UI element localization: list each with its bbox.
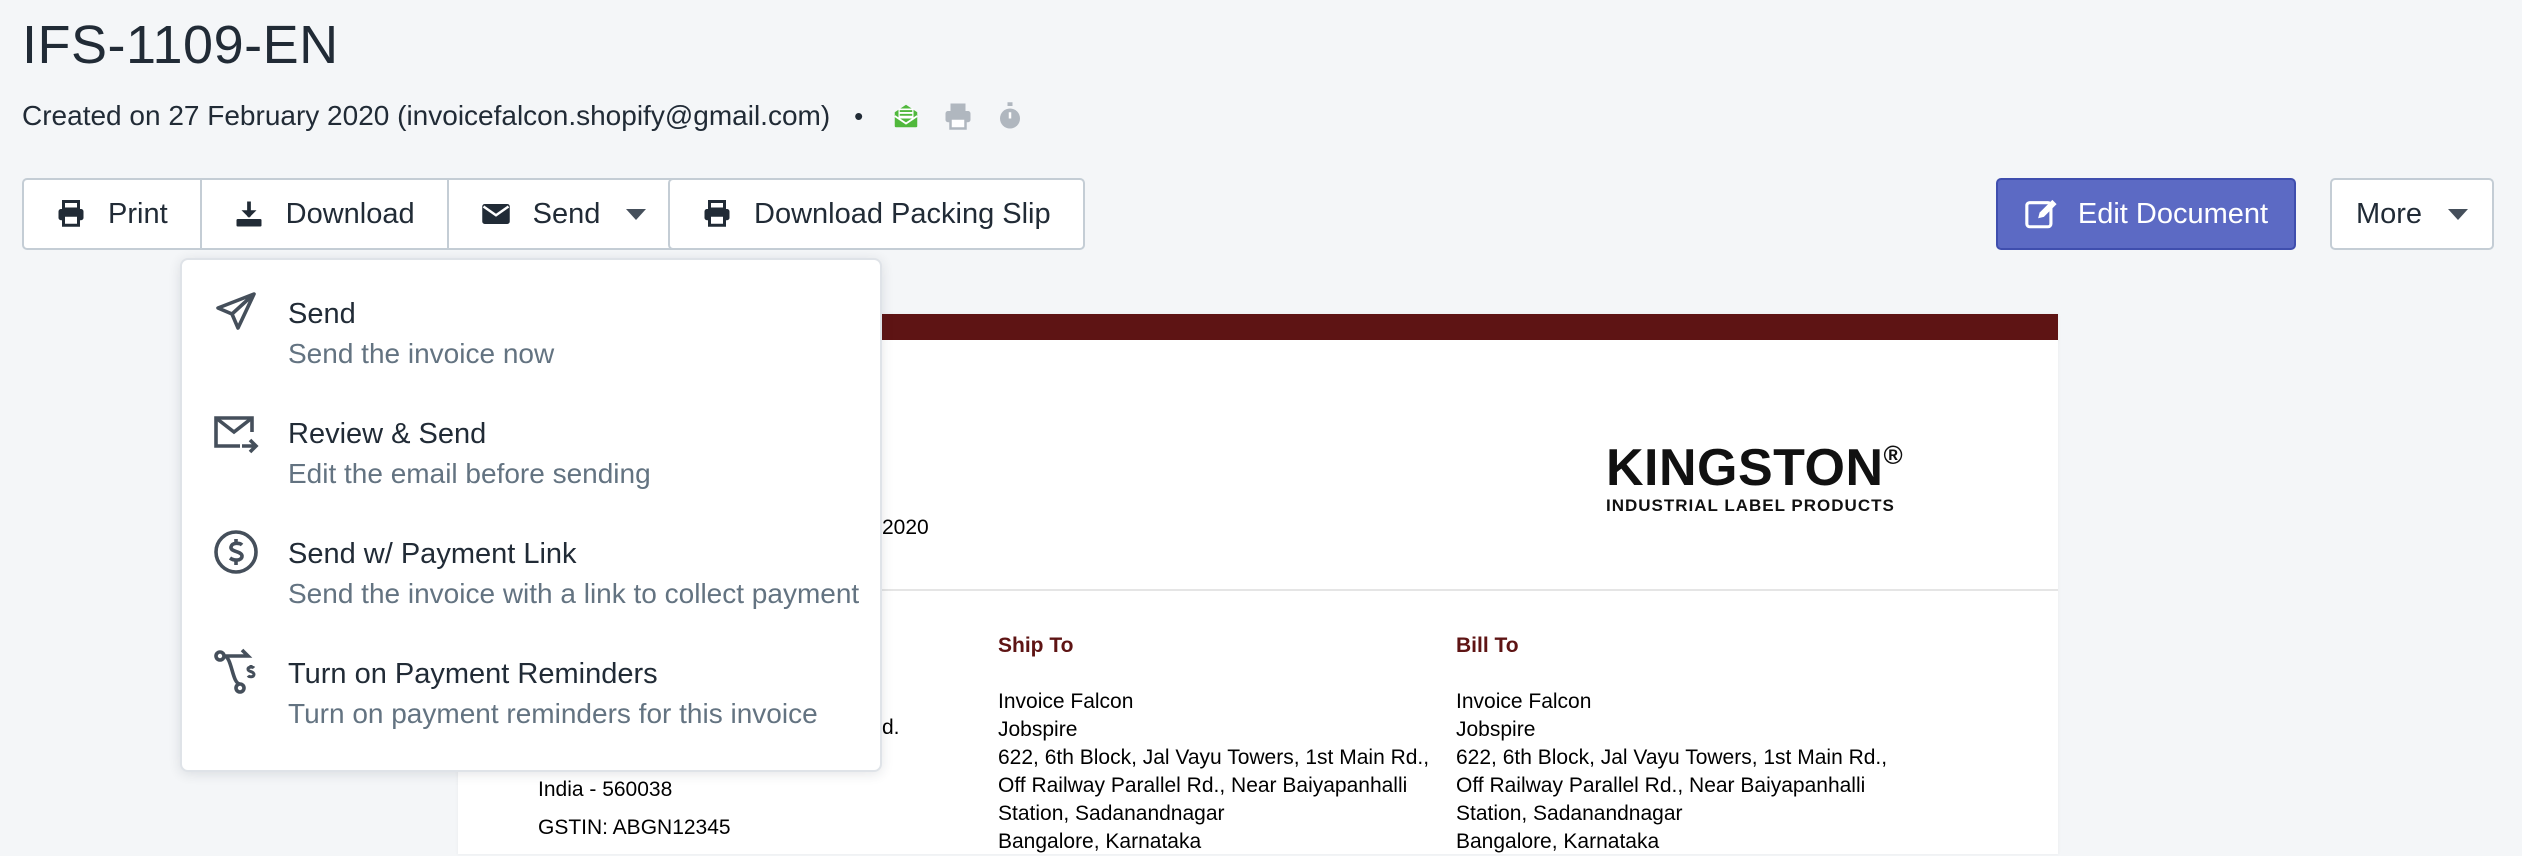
ship-to-line: Bangalore, Karnataka (998, 830, 1202, 853)
bill-to-section: Bill To Invoice Falcon Jobspire 622, 6th… (1456, 632, 1887, 856)
paper-plane-icon (216, 292, 256, 330)
invoice-date-fragment: 2020 (882, 516, 929, 539)
document-meta: Created on 27 February 2020 (invoicefalc… (22, 100, 1047, 132)
envelope-icon (481, 204, 510, 224)
separator: • (854, 100, 864, 131)
menu-item-send-payment-link[interactable]: Send w/ Payment Link Send the invoice wi… (182, 500, 880, 610)
menu-item-title: Send w/ Payment Link (288, 538, 577, 570)
send-label: Send (532, 197, 601, 230)
envelope-arrow-icon (214, 416, 259, 454)
page-title: IFS-1109-EN (22, 15, 339, 75)
printer-icon (58, 200, 84, 227)
ship-to-line: Off Railway Parallel Rd., Near Baiyapanh… (998, 774, 1408, 797)
bill-to-line: Off Railway Parallel Rd., Near Baiyapanh… (1456, 774, 1866, 797)
ship-to-line: Station, Sadanandnagar (998, 802, 1225, 825)
company-logo: KINGSTON® INDUSTRIAL LABEL PRODUCTS (1606, 442, 1903, 516)
bill-to-line: 622, 6th Block, Jal Vayu Towers, 1st Mai… (1456, 746, 1888, 769)
more-label: More (2355, 197, 2423, 230)
email-sent-icon[interactable] (891, 101, 921, 131)
ship-to-line: 622, 6th Block, Jal Vayu Towers, 1st Mai… (998, 746, 1430, 769)
chevron-down-icon (626, 208, 647, 220)
chevron-down-icon (2448, 208, 2469, 220)
print-label: Print (108, 197, 168, 230)
seller-address-fragment: d. (882, 716, 900, 739)
menu-item-subtitle: Send the invoice now (288, 338, 555, 369)
download-icon (236, 201, 262, 227)
bill-to-line: Jobspire (1456, 718, 1536, 741)
logo-registered-mark: ® (1883, 440, 1904, 470)
edit-icon (2025, 199, 2057, 229)
menu-item-subtitle: Send the invoice with a link to collect … (288, 578, 860, 609)
ship-to-heading: Ship To (998, 634, 1074, 657)
menu-item-title: Send (288, 298, 356, 330)
seller-country: India - 560038 (538, 778, 673, 801)
menu-item-title: Turn on Payment Reminders (288, 658, 658, 690)
ship-to-line: Invoice Falcon (998, 690, 1134, 713)
menu-item-title: Review & Send (288, 418, 487, 450)
printer-icon (704, 200, 730, 227)
packing-slip-group: Download Packing Slip (668, 178, 1085, 250)
bill-to-line: Bangalore, Karnataka (1456, 830, 1660, 853)
printer-icon[interactable] (943, 101, 973, 131)
menu-item-subtitle: Turn on payment reminders for this invoi… (288, 698, 818, 729)
packing-slip-label: Download Packing Slip (754, 197, 1051, 230)
download-packing-slip-button[interactable]: Download Packing Slip (670, 180, 1083, 248)
bill-to-heading: Bill To (1456, 634, 1519, 657)
edit-document-label: Edit Document (2077, 197, 2269, 230)
logo-subtitle: INDUSTRIAL LABEL PRODUCTS (1606, 496, 1895, 515)
bill-to-line: Station, Sadanandnagar (1456, 802, 1683, 825)
send-button[interactable]: Send (449, 180, 679, 248)
download-button[interactable]: Download (202, 180, 449, 248)
menu-item-subtitle: Edit the email before sending (288, 458, 651, 489)
print-button[interactable]: Print (24, 180, 202, 248)
send-dropdown-menu: Send Send the invoice now Review & Send … (180, 258, 882, 772)
download-label: Download (285, 197, 415, 230)
ship-to-line: Jobspire (998, 718, 1078, 741)
payment-reminder-icon (214, 648, 256, 694)
seller-gstin: GSTIN: ABGN12345 (538, 816, 731, 839)
menu-item-send[interactable]: Send Send the invoice now (182, 260, 880, 370)
logo-text: KINGSTON (1606, 439, 1884, 497)
menu-item-payment-reminders[interactable]: Turn on Payment Reminders Turn on paymen… (182, 620, 880, 730)
created-info: Created on 27 February 2020 (invoicefalc… (22, 100, 831, 131)
ship-to-section: Ship To Invoice Falcon Jobspire 622, 6th… (998, 632, 1429, 856)
dollar-circle-icon (214, 530, 258, 574)
edit-document-button[interactable]: Edit Document (1996, 178, 2296, 250)
more-button[interactable]: More (2330, 178, 2494, 250)
document-actions: Print Download Send (22, 178, 681, 250)
timer-icon[interactable] (995, 101, 1025, 131)
bill-to-line: Invoice Falcon (1456, 690, 1592, 713)
menu-item-review-send[interactable]: Review & Send Edit the email before send… (182, 380, 880, 490)
